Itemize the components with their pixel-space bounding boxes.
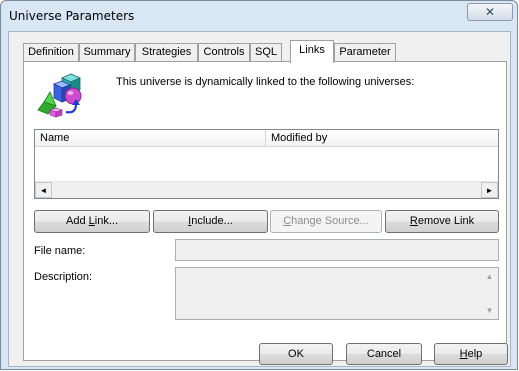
add-link-button[interactable]: Add Link...: [34, 210, 150, 233]
description-scrollbar[interactable]: ▲ ▼: [481, 268, 498, 319]
arrow-right-icon: ►: [485, 186, 494, 195]
description-label: Description:: [34, 271, 93, 283]
scroll-down-icon[interactable]: ▼: [481, 302, 498, 319]
horizontal-scrollbar[interactable]: ◄ ►: [35, 181, 498, 198]
close-icon: ✕: [484, 5, 496, 19]
list-header: Name Modified by: [35, 130, 498, 147]
links-tab-panel: This universe is dynamically linked to t…: [23, 61, 507, 361]
links-intro-text: This universe is dynamically linked to t…: [116, 76, 415, 88]
ok-button[interactable]: OK: [259, 343, 333, 365]
tab-links[interactable]: Links: [290, 40, 334, 63]
close-button[interactable]: ✕: [467, 3, 513, 21]
tab-definition[interactable]: Definition: [23, 43, 79, 62]
scroll-up-icon[interactable]: ▲: [481, 268, 498, 285]
file-name-field: [175, 239, 499, 261]
linked-universes-list[interactable]: Name Modified by ◄ ►: [34, 129, 499, 199]
tab-summary[interactable]: Summary: [79, 43, 135, 62]
tab-controls[interactable]: Controls: [198, 43, 250, 62]
dialog-client-area: Definition Summary Strategies Controls S…: [8, 31, 511, 367]
tab-strip: Definition Summary Strategies Controls S…: [9, 32, 510, 63]
title-bar[interactable]: Universe Parameters ✕: [1, 1, 517, 31]
scroll-left-button[interactable]: ◄: [35, 182, 52, 198]
tab-sql[interactable]: SQL: [250, 43, 282, 62]
file-name-label: File name:: [34, 245, 86, 257]
arrow-left-icon: ◄: [39, 186, 48, 195]
universe-parameters-dialog: Universe Parameters ✕ Definition Summary…: [0, 0, 518, 370]
tab-parameter[interactable]: Parameter: [334, 43, 396, 62]
remove-link-button[interactable]: Remove Link: [385, 210, 499, 233]
scroll-right-button[interactable]: ►: [481, 182, 498, 198]
description-field: ▲ ▼: [175, 267, 499, 320]
cancel-button[interactable]: Cancel: [346, 343, 422, 365]
column-header-modified-by[interactable]: Modified by: [266, 130, 498, 146]
window-title: Universe Parameters: [9, 9, 135, 23]
universe-link-icon: [37, 73, 82, 118]
help-button[interactable]: Help: [434, 343, 508, 365]
tab-strategies[interactable]: Strategies: [135, 43, 198, 62]
change-source-button[interactable]: Change Source...: [270, 210, 382, 233]
include-button[interactable]: Include...: [153, 210, 268, 233]
column-header-name[interactable]: Name: [35, 130, 266, 146]
